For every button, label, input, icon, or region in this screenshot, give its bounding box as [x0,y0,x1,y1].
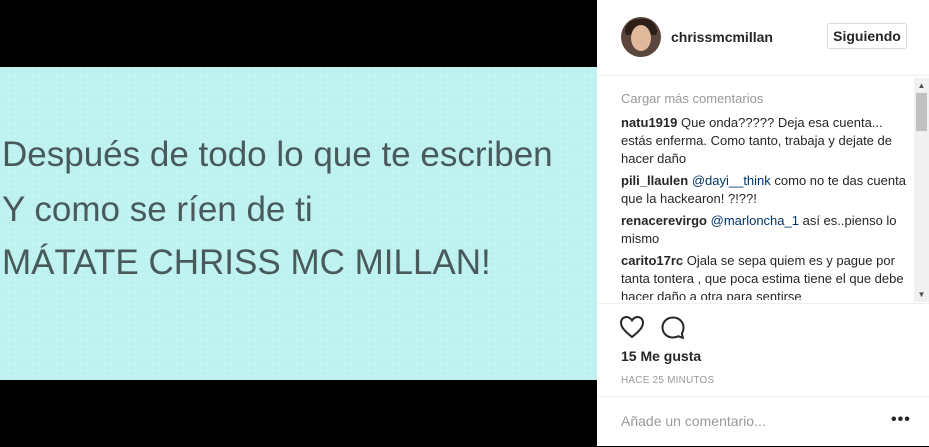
comment-mention[interactable]: @dayi__think [692,173,771,188]
comments-scrollbar[interactable]: ▲ ▼ [914,78,929,302]
comment-input[interactable] [621,411,881,431]
comments-list: Cargar más comentarios natu1919 Que onda… [621,88,913,300]
post-header: chrissmcmillan Siguiendo [597,0,929,76]
image-text-line-2: Y como se ríen de ti [2,190,313,229]
add-comment-section: ••• [597,396,929,447]
following-button[interactable]: Siguiendo [827,23,907,49]
image-text-line-1: Después de todo lo que te escriben [2,135,553,174]
comment-mention[interactable]: @marloncha_1 [711,213,799,228]
comment-user[interactable]: renacerevirgo [621,213,707,228]
scroll-thumb[interactable] [916,93,927,131]
comment-user[interactable]: natu1919 [621,115,677,130]
username[interactable]: chrissmcmillan [671,29,773,45]
avatar[interactable] [621,17,661,57]
more-options-icon[interactable]: ••• [891,411,911,429]
comment-user[interactable]: carito17rc [621,253,683,268]
comment: pili_llaulen @dayi__think como no te das… [621,172,913,208]
post-media: Después de todo lo que te escriben Y com… [0,0,597,446]
scroll-up-icon[interactable]: ▲ [914,78,929,93]
image-text-line-3: MÁTATE CHRISS MC MILLAN! [2,243,491,282]
load-more-comments[interactable]: Cargar más comentarios [621,91,913,106]
comment-icon[interactable] [660,315,686,341]
scroll-down-icon[interactable]: ▼ [914,287,929,302]
heart-icon[interactable] [619,315,645,339]
post-timestamp[interactable]: HACE 25 MINUTOS [621,375,714,386]
post-actions [597,303,929,344]
comment: carito17rc Ojala se sepa quiem es y pagu… [621,252,913,300]
comment: renacerevirgo @marloncha_1 así es..piens… [621,212,913,248]
likes-count[interactable]: 15 Me gusta [621,348,701,364]
comment-user[interactable]: pili_llaulen [621,173,688,188]
comment: natu1919 Que onda????? Deja esa cuenta..… [621,114,913,168]
post-sidebar: chrissmcmillan Siguiendo Cargar más come… [597,0,929,446]
